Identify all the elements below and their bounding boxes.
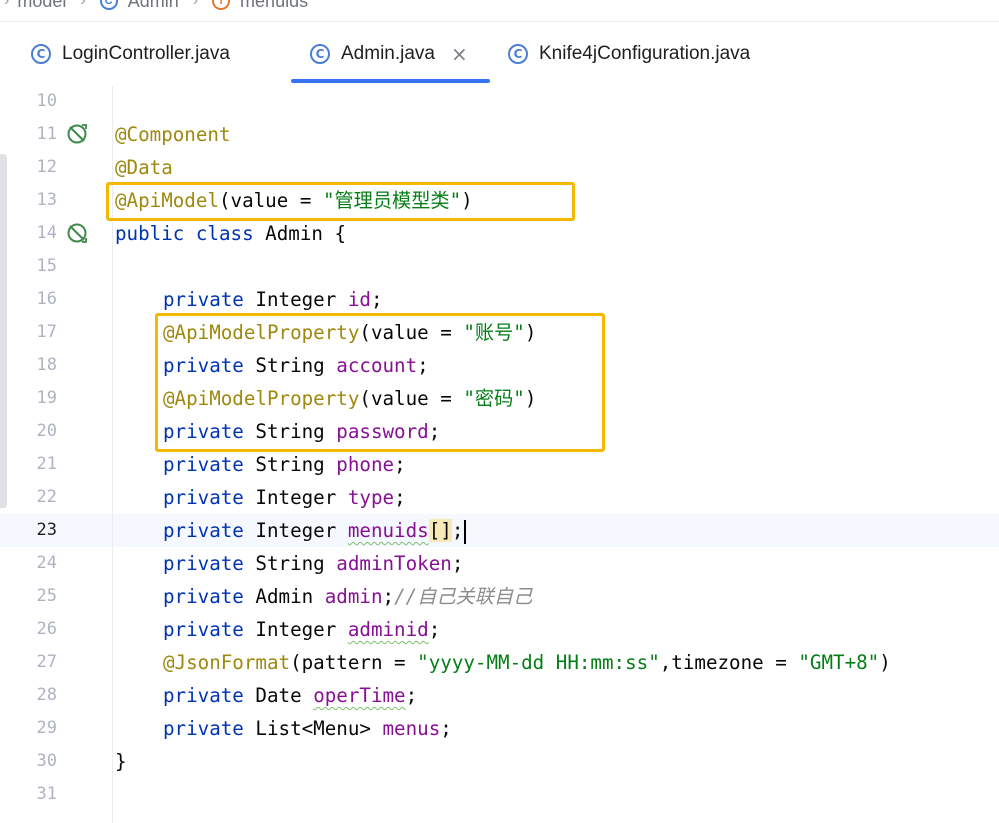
chevron-right-icon: › [4,0,10,9]
code-line-27[interactable]: @JsonFormat(pattern = "yyyy-MM-dd HH:mm:… [115,646,891,679]
line-number: 28 [36,685,57,705]
code-line-26[interactable]: private Integer adminid; [115,613,440,646]
line-number: 26 [36,619,57,639]
tab-logincontroller[interactable]: C LoginController.java [31,22,230,86]
gutter-divider [112,86,113,823]
chevron-right-icon: › [192,0,199,9]
code-line-13[interactable]: @ApiModel(value = "管理员模型类") [115,184,473,217]
line-number: 27 [36,652,57,672]
code-line-25[interactable]: private Admin admin;//自己关联自己 [115,580,532,613]
line-number: 29 [36,718,57,738]
class-icon: C [310,44,330,64]
line-number: 30 [36,751,57,771]
text-caret [464,519,467,544]
code-comment: //自己关联自己 [394,585,533,608]
code-line-14[interactable]: public class Admin { [115,217,346,250]
close-icon[interactable]: × [451,44,468,64]
code-line-22[interactable]: private Integer type; [115,481,406,514]
code-line-24[interactable]: private String adminToken; [115,547,463,580]
line-number: 18 [36,355,57,375]
line-number: 22 [36,487,57,507]
tab-knife4jconfiguration[interactable]: C Knife4jConfiguration.java [508,22,750,86]
class-icon: C [508,44,528,64]
line-number: 13 [36,190,57,210]
code-editor: › model › C Admin › f menuids C LoginCon… [0,0,999,823]
code-line-28[interactable]: private Date operTime; [115,679,417,712]
code-line-17[interactable]: @ApiModelProperty(value = "账号") [115,316,536,349]
code-line-19[interactable]: @ApiModelProperty(value = "密码") [115,382,536,415]
line-number: 19 [36,388,57,408]
breadcrumb-item-admin[interactable]: C Admin [99,0,179,12]
spring-bean-icon[interactable] [66,123,88,145]
line-number: 20 [36,421,57,441]
field-icon: f [212,0,231,10]
breadcrumb-item-model[interactable]: › model [0,0,66,12]
code-line-16[interactable]: private Integer id; [115,283,383,316]
line-number: 14 [36,223,57,243]
code-line-12[interactable]: @Data [115,151,173,184]
line-number: 11 [36,124,57,144]
editor-tab-bar: C LoginController.java C Admin.java × C … [0,22,999,86]
class-icon: C [99,0,118,10]
code-line-30[interactable]: } [115,745,127,778]
line-number-current: 23 [36,520,57,540]
code-line-29[interactable]: private List<Menu> menus; [115,712,452,745]
line-number: 24 [36,553,57,573]
code-line-11[interactable]: @Component [115,118,231,151]
breadcrumb-item-menuids[interactable]: f menuids [212,0,308,12]
line-number: 15 [36,256,57,276]
chevron-right-icon: › [80,0,86,9]
class-icon: C [31,44,51,64]
line-number: 31 [36,784,57,804]
spring-bean-icon[interactable] [66,222,88,244]
line-number: 10 [36,91,57,111]
tab-admin[interactable]: C Admin.java × [310,22,468,86]
active-tab-indicator [291,79,490,83]
code-line-21[interactable]: private String phone; [115,448,406,481]
code-line-18[interactable]: private String account; [115,349,429,382]
line-number: 17 [36,322,57,342]
line-number: 16 [36,289,57,309]
code-line-20[interactable]: private String password; [115,415,440,448]
line-number: 12 [36,157,57,177]
line-number: 21 [36,454,57,474]
breadcrumb: › model › C Admin › f menuids [0,0,999,12]
code-line-23[interactable]: private Integer menuids[]; [115,514,467,547]
line-number: 25 [36,586,57,606]
